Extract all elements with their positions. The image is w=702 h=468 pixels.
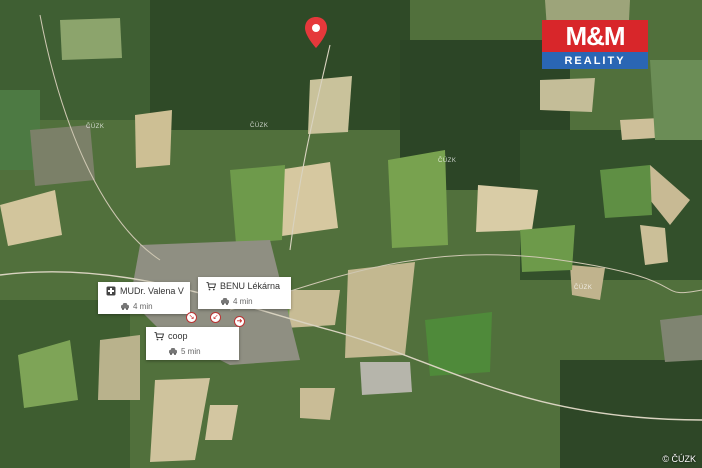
poi-marker[interactable]: ↙ <box>210 312 221 323</box>
place-label: ČÚZK <box>574 285 593 291</box>
shopping-cart-icon <box>154 332 164 341</box>
brand-logo: M&M REALITY <box>542 20 648 70</box>
map-copyright: © ČÚZK <box>662 454 696 464</box>
car-icon <box>169 348 177 355</box>
place-label: ČÚZK <box>250 123 269 129</box>
poi-name: coop <box>168 331 188 341</box>
poi-marker[interactable]: ➜ <box>234 316 245 327</box>
logo-mark: M&M <box>542 20 648 52</box>
poi-travel-time: 4 min <box>233 296 253 306</box>
arrow-icon: ↘ <box>188 314 195 321</box>
poi-card-pharmacy[interactable]: BENU Lékárna 4 min <box>198 277 291 309</box>
poi-travel-time: 4 min <box>133 301 153 311</box>
location-pin-icon <box>305 17 327 48</box>
poi-marker[interactable]: ↘ <box>186 312 197 323</box>
poi-card-doctor[interactable]: MUDr. Valena Vla... 4 min <box>98 282 190 314</box>
place-label: ČÚZK <box>438 158 457 164</box>
arrow-icon: ➜ <box>236 318 243 325</box>
poi-name: BENU Lékárna <box>220 281 281 291</box>
satellite-imagery <box>0 0 702 468</box>
medical-cross-icon <box>106 286 116 296</box>
poi-travel-time: 5 min <box>181 346 201 356</box>
logo-subtitle: REALITY <box>542 52 648 69</box>
poi-name: MUDr. Valena Vla... <box>120 286 184 296</box>
place-label: ČÚZK <box>86 124 105 130</box>
poi-card-coop[interactable]: coop 5 min <box>146 327 239 360</box>
arrow-icon: ↙ <box>212 314 219 321</box>
satellite-map[interactable]: ČÚZK ČÚZK ČÚZK ČÚZK M&M REALITY MUDr. Va… <box>0 0 702 468</box>
car-icon <box>121 303 129 310</box>
property-location-pin[interactable] <box>303 16 329 50</box>
shopping-cart-icon <box>206 282 216 291</box>
car-icon <box>221 298 229 305</box>
